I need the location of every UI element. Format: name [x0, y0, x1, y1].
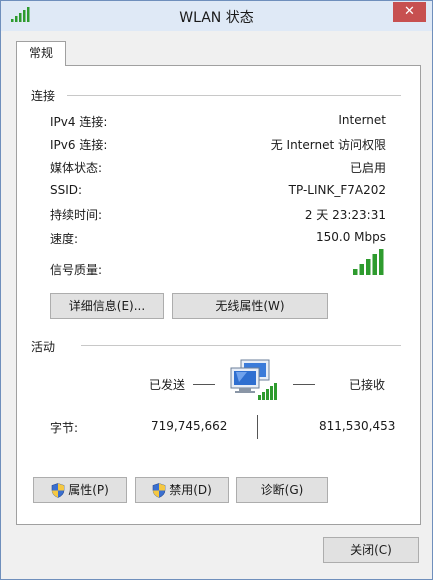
sent-dash	[193, 384, 215, 385]
signal-bar	[359, 264, 364, 275]
sent-label: 已发送	[149, 378, 186, 392]
details-button[interactable]: 详细信息(E)...	[50, 293, 164, 319]
disable-button[interactable]: 禁用(D)	[135, 477, 229, 503]
bytes-label: 字节:	[50, 421, 79, 435]
ssid-value: TP-LINK_F7A202	[288, 183, 386, 197]
duration-value: 2 天 23:23:31	[304, 208, 386, 222]
close-button[interactable]: 关闭(C)	[323, 537, 419, 563]
received-label: 已接收	[349, 378, 386, 392]
title-bar[interactable]: WLAN 状态 ✕	[1, 1, 432, 31]
wireless-properties-button[interactable]: 无线属性(W)	[172, 293, 328, 319]
connection-separator	[67, 95, 401, 96]
window-close-button[interactable]: ✕	[393, 2, 426, 22]
speed-label: 速度:	[50, 232, 79, 246]
disable-button-label: 禁用(D)	[169, 483, 212, 497]
wlan-status-dialog: WLAN 状态 ✕ 常规 连接 IPv4 连接: Internet IPv6 连…	[0, 0, 433, 580]
duration-label: 持续时间:	[50, 208, 103, 222]
properties-button-label: 属性(P)	[68, 483, 109, 497]
diagnose-button[interactable]: 诊断(G)	[236, 477, 328, 503]
speed-value: 150.0 Mbps	[315, 230, 386, 244]
received-dash	[293, 384, 315, 385]
signal-bar	[366, 259, 371, 275]
properties-button[interactable]: 属性(P)	[33, 477, 127, 503]
connection-group-label: 连接	[31, 89, 56, 103]
signal-bar	[353, 269, 358, 275]
media-state-value: 已启用	[349, 161, 386, 175]
window-title: WLAN 状态	[179, 10, 254, 26]
media-state-label: 媒体状态:	[50, 161, 103, 175]
uac-shield-icon	[51, 483, 65, 498]
ipv6-label: IPv6 连接:	[50, 138, 108, 152]
bytes-received-value: 811,530,453	[319, 419, 396, 433]
signal-quality-label: 信号质量:	[50, 263, 103, 277]
signal-quality-meter	[353, 249, 384, 275]
bytes-sent-value: 719,745,662	[151, 419, 228, 433]
bytes-divider	[257, 415, 258, 439]
activity-group-label: 活动	[31, 340, 56, 354]
ipv4-label: IPv4 连接:	[50, 115, 108, 129]
signal-bar	[379, 249, 384, 275]
signal-bar	[372, 254, 377, 275]
tab-general[interactable]: 常规	[16, 41, 66, 66]
ipv6-value: 无 Internet 访问权限	[270, 138, 386, 152]
ipv4-value: Internet	[338, 113, 386, 127]
activity-separator	[81, 345, 401, 346]
ssid-label: SSID:	[50, 183, 83, 197]
network-computers-icon	[230, 359, 277, 400]
uac-shield-icon	[152, 483, 166, 498]
